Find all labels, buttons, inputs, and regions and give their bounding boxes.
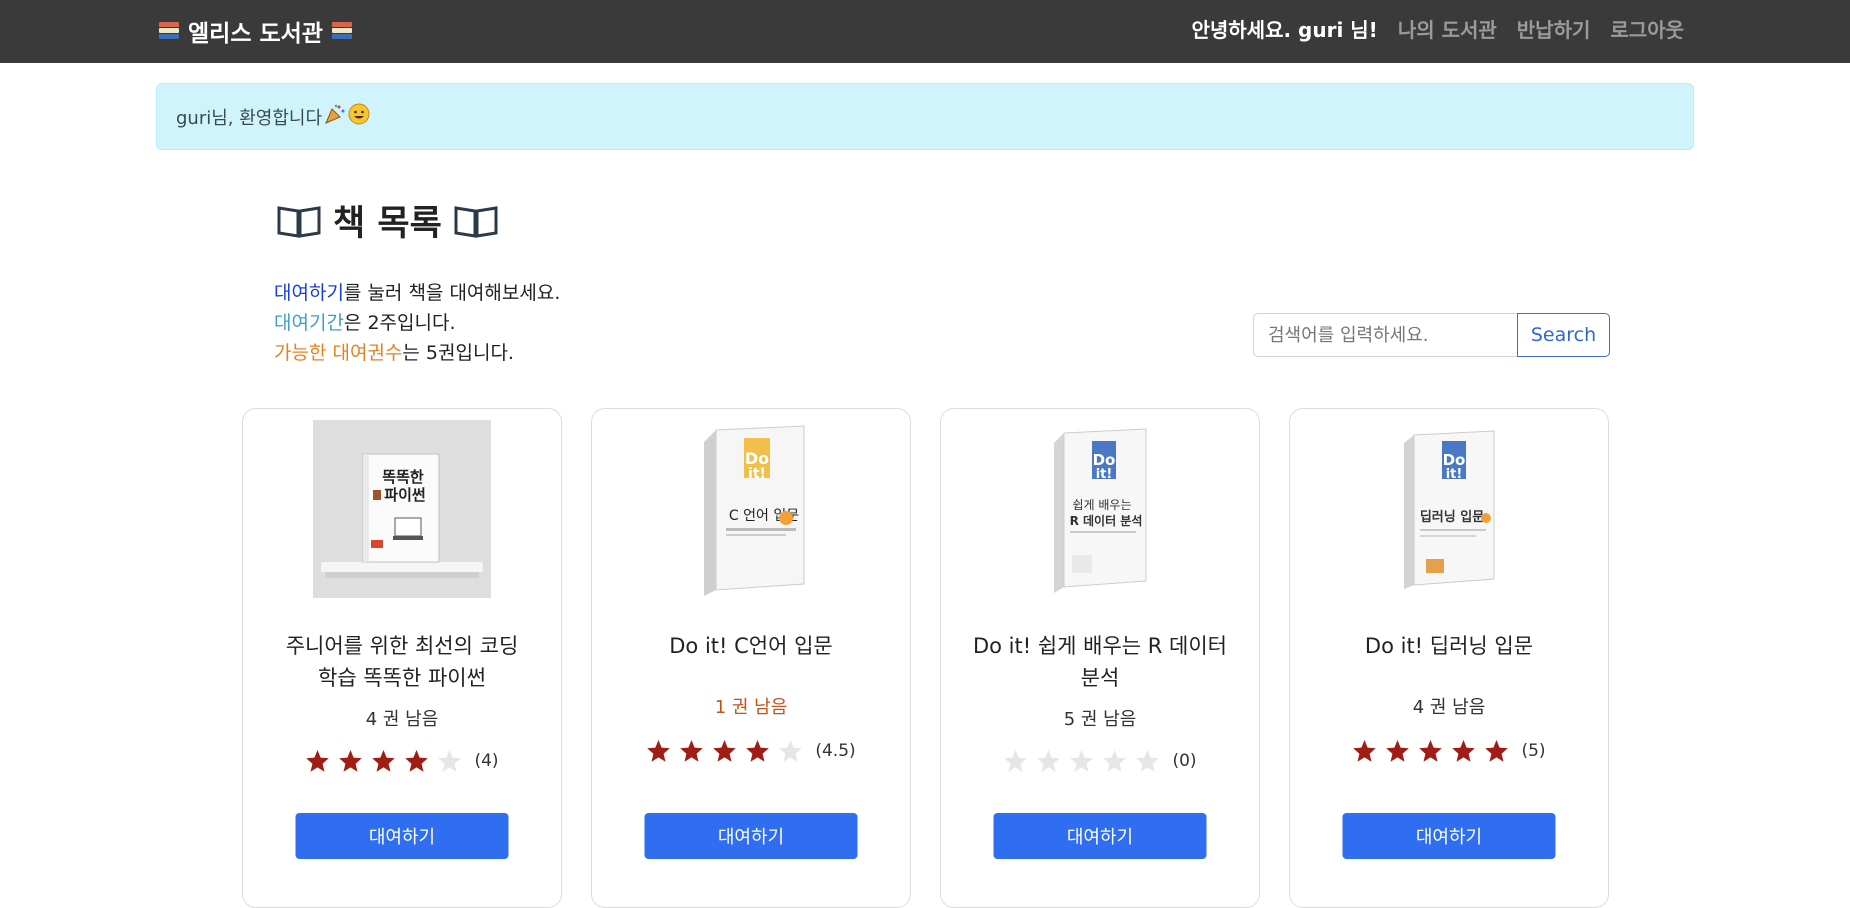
search-input[interactable] bbox=[1253, 313, 1518, 357]
open-book-icon bbox=[277, 205, 321, 238]
books-stack-icon bbox=[331, 20, 353, 42]
nav-menu: 안녕하세요. guri 님! 나의 도서관 반납하기 로그아웃 bbox=[1191, 14, 1684, 43]
svg-text:R 데이터 분석: R 데이터 분석 bbox=[1070, 513, 1143, 528]
rental-info: 대여하기를 눌러 책을 대여해보세요. 대여기간은 2주입니다. 가능한 대여권… bbox=[274, 278, 560, 368]
star-empty-icon bbox=[1070, 750, 1094, 772]
book-cover-image: Do it! C 언어 입문 bbox=[704, 425, 805, 596]
star-filled-icon bbox=[1353, 740, 1377, 762]
svg-text:it!: it! bbox=[1096, 467, 1113, 482]
star-filled-icon bbox=[680, 740, 704, 762]
book-rating: (5) bbox=[1290, 739, 1608, 763]
star-filled-icon bbox=[713, 740, 737, 762]
book-card: 똑똑한 파이썬 주니어를 위한 최선의 코딩 학습 똑똑한 파이썬 4 권 남음… bbox=[242, 408, 562, 908]
rent-button[interactable]: 대여하기 bbox=[993, 813, 1207, 859]
book-rating: (4) bbox=[243, 749, 561, 773]
rating-count: (4.5) bbox=[815, 741, 856, 761]
star-empty-icon bbox=[438, 750, 462, 772]
star-filled-icon bbox=[405, 750, 429, 772]
navbar: 엘리스 도서관 안녕하세요. guri 님! 나의 도서관 반납하기 로그아웃 bbox=[0, 0, 1850, 63]
rent-button[interactable]: 대여하기 bbox=[295, 813, 509, 859]
book-remaining: 4 권 남음 bbox=[1412, 697, 1486, 718]
nav-logout[interactable]: 로그아웃 bbox=[1610, 14, 1684, 43]
books-stack-icon bbox=[158, 20, 180, 42]
book-rating: (4.5) bbox=[592, 739, 910, 763]
search-button[interactable]: Search bbox=[1517, 313, 1610, 357]
info-line-period: 대여기간은 2주입니다. bbox=[274, 312, 456, 334]
info-line-limit: 가능한 대여권수는 5권입니다. bbox=[274, 342, 514, 364]
book-title: Do it! C언어 입문 bbox=[669, 634, 833, 658]
page-heading: 책 목록 bbox=[277, 195, 498, 246]
star-filled-icon bbox=[306, 750, 330, 772]
book-remaining: 5 권 남음 bbox=[1063, 709, 1137, 730]
book-remaining: 4 권 남음 bbox=[365, 709, 439, 730]
svg-text:딥러닝 입문: 딥러닝 입문 bbox=[1420, 509, 1484, 525]
rent-button[interactable]: 대여하기 bbox=[1342, 813, 1556, 859]
book-title: 주니어를 위한 최선의 코딩 학습 똑똑한 파이썬 bbox=[285, 634, 519, 690]
star-filled-icon bbox=[1419, 740, 1443, 762]
star-filled-icon bbox=[339, 750, 363, 772]
nav-my-library[interactable]: 나의 도서관 bbox=[1398, 14, 1497, 43]
star-filled-icon bbox=[746, 740, 770, 762]
star-filled-icon bbox=[1452, 740, 1476, 762]
svg-text:it!: it! bbox=[1446, 467, 1463, 482]
svg-text:파이썬: 파이썬 bbox=[384, 486, 425, 504]
svg-text:쉽게 배우는: 쉽게 배우는 bbox=[1072, 498, 1131, 512]
book-cover-image: 똑똑한 파이썬 bbox=[313, 420, 491, 598]
star-filled-icon bbox=[372, 750, 396, 772]
rating-count: (0) bbox=[1172, 751, 1197, 771]
welcome-message: guri님, 환영합니다 bbox=[176, 107, 323, 129]
book-card: Do it! 딥러닝 입문 Do it! 딥러닝 입문 4 권 남음 (5) 대… bbox=[1289, 408, 1609, 908]
nav-return[interactable]: 반납하기 bbox=[1517, 14, 1591, 43]
smiley-icon bbox=[348, 103, 370, 130]
book-cover-image: Do it! 쉽게 배우는 R 데이터 분석 bbox=[1054, 428, 1147, 593]
star-empty-icon bbox=[779, 740, 803, 762]
book-title: Do it! 쉽게 배우는 R 데이터 분석 bbox=[972, 634, 1228, 690]
book-rating: (0) bbox=[941, 749, 1259, 773]
party-popper-icon bbox=[324, 103, 346, 130]
svg-text:똑똑한: 똑똑한 bbox=[382, 468, 424, 486]
search-bar: Search bbox=[1253, 313, 1610, 357]
book-remaining: 1 권 남음 bbox=[714, 697, 788, 718]
star-empty-icon bbox=[1136, 750, 1160, 772]
book-card: Do it! 쉽게 배우는 R 데이터 분석 Do it! 쉽게 배우는 R 데… bbox=[940, 408, 1260, 908]
rent-button[interactable]: 대여하기 bbox=[644, 813, 858, 859]
open-book-icon bbox=[454, 205, 498, 238]
star-empty-icon bbox=[1004, 750, 1028, 772]
brand-title: 엘리스 도서관 bbox=[188, 21, 323, 47]
rating-count: (4) bbox=[474, 751, 499, 771]
book-title: Do it! 딥러닝 입문 bbox=[1364, 634, 1534, 658]
star-filled-icon bbox=[1386, 740, 1410, 762]
brand[interactable]: 엘리스 도서관 bbox=[158, 14, 353, 48]
star-filled-icon bbox=[647, 740, 671, 762]
star-empty-icon bbox=[1103, 750, 1127, 772]
star-filled-icon bbox=[1485, 740, 1509, 762]
book-cover-image: Do it! 딥러닝 입문 bbox=[1404, 430, 1495, 589]
welcome-alert: guri님, 환영합니다 bbox=[156, 83, 1694, 150]
book-card: Do it! C 언어 입문 Do it! C언어 입문 1 권 남음 (4.5… bbox=[591, 408, 911, 908]
rating-count: (5) bbox=[1521, 741, 1546, 761]
page-title: 책 목록 bbox=[333, 204, 442, 244]
user-greeting: 안녕하세요. guri 님! bbox=[1191, 18, 1378, 42]
svg-text:it!: it! bbox=[748, 466, 766, 482]
info-line-rent: 대여하기를 눌러 책을 대여해보세요. bbox=[274, 282, 561, 304]
star-empty-icon bbox=[1037, 750, 1061, 772]
